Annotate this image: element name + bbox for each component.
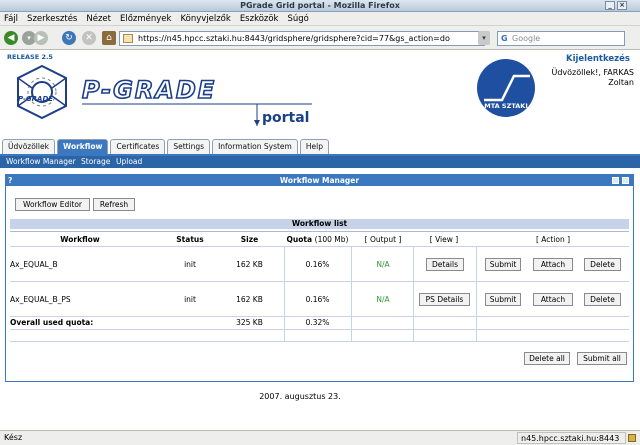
close-window-button[interactable]: × xyxy=(617,1,627,10)
portlet-header: ? Workflow Manager xyxy=(6,175,633,186)
reload-icon[interactable]: ↻ xyxy=(62,31,76,45)
row1-quota: 0.16% xyxy=(305,260,330,269)
forward-arrow-icon[interactable]: ▶ xyxy=(34,31,48,45)
menu-bar: Fájl Szerkesztés Nézet Előzmények Könyvj… xyxy=(0,12,640,26)
logo-small-text: P-GRADE xyxy=(18,95,53,103)
col-quota: Quota (100 Mb) xyxy=(286,235,349,244)
row1-attach-button[interactable]: Attach xyxy=(533,258,573,271)
status-host: n45.hpcc.sztaki.hu:8443 xyxy=(517,432,626,444)
logo-portal-text: portal xyxy=(262,110,309,126)
main-tabs: Üdvözöllek Workflow Certificates Setting… xyxy=(2,139,331,155)
col-divider xyxy=(413,246,414,341)
menu-history[interactable]: Előzmények xyxy=(120,14,171,24)
tab-certificates[interactable]: Certificates xyxy=(110,139,166,154)
subnav-upload[interactable]: Upload xyxy=(116,157,142,167)
row2-ps-details-button[interactable]: PS Details xyxy=(419,293,470,306)
home-icon[interactable]: ⌂ xyxy=(102,31,116,45)
footer-date: 2007. augusztus 23. xyxy=(259,392,341,401)
tab-settings[interactable]: Settings xyxy=(167,139,211,154)
row1-details-button[interactable]: Details xyxy=(426,258,464,271)
row2-size: 162 KB xyxy=(236,295,263,304)
row1-submit-button[interactable]: Submit xyxy=(485,258,521,271)
menu-edit[interactable]: Szerkesztés xyxy=(27,14,77,24)
delete-all-button[interactable]: Delete all xyxy=(524,352,570,365)
row-divider xyxy=(10,246,629,247)
navigation-toolbar: ◀ ▾ ▶ ↻ ✕ ⌂ https://n45.hpcc.sztaki.hu:8… xyxy=(0,26,640,50)
menu-help[interactable]: Súgó xyxy=(287,14,308,24)
row1-status: init xyxy=(184,260,196,269)
url-input[interactable]: https://n45.hpcc.sztaki.hu:8443/gridsphe… xyxy=(119,31,485,46)
refresh-button[interactable]: Refresh xyxy=(93,198,135,211)
url-dropdown-icon[interactable]: ▾ xyxy=(478,31,490,45)
menu-view[interactable]: Nézet xyxy=(86,14,111,24)
help-icon[interactable]: ? xyxy=(8,175,12,186)
maximize-portlet-icon[interactable] xyxy=(622,177,629,184)
status-bar: Kész n45.hpcc.sztaki.hu:8443 xyxy=(0,430,640,445)
row-divider xyxy=(10,316,629,317)
row2-delete-button[interactable]: Delete xyxy=(584,293,621,306)
workflow-list-title: Workflow list xyxy=(10,219,629,229)
tab-workflow[interactable]: Workflow xyxy=(56,139,109,155)
subnav-storage[interactable]: Storage xyxy=(81,157,110,167)
row2-status: init xyxy=(184,295,196,304)
overall-size: 325 KB xyxy=(236,318,263,327)
row-divider xyxy=(10,341,629,342)
mta-sztaki-logo: MTA SZTAKI xyxy=(477,59,535,117)
col-divider xyxy=(476,246,477,341)
overall-quota-label: Overall used quota: xyxy=(10,318,94,327)
row2-quota: 0.16% xyxy=(305,295,330,304)
logo-big-text: P-GRADE xyxy=(82,76,216,104)
welcome-text: Üdvözöllek!, FARKAS Zoltan xyxy=(551,68,634,87)
header-divider xyxy=(10,231,629,232)
window-title-bar: PGrade Grid portal - Mozilla Firefox _ × xyxy=(0,0,640,12)
pgrade-portal-logo: P-GRADE P-GRADE portal xyxy=(17,64,312,126)
menu-bookmarks[interactable]: Könyvjelzők xyxy=(180,14,230,24)
col-output: [ Output ] xyxy=(364,235,402,244)
release-label: RELEASE 2.5 xyxy=(7,53,53,61)
row1-output: N/A xyxy=(376,260,390,269)
col-action: [ Action ] xyxy=(535,235,571,244)
search-input[interactable]: G Google xyxy=(497,31,625,46)
minimize-portlet-icon[interactable] xyxy=(612,177,619,184)
tab-welcome[interactable]: Üdvözöllek xyxy=(2,139,55,154)
site-favicon-icon xyxy=(123,34,133,43)
tab-help[interactable]: Help xyxy=(299,139,329,154)
row-divider xyxy=(10,281,629,282)
row1-workflow-name: Ax_EQUAL_B xyxy=(10,260,58,269)
lock-icon[interactable] xyxy=(628,434,636,442)
row2-workflow-name: Ax_EQUAL_B_PS xyxy=(10,295,71,304)
row2-submit-button[interactable]: Submit xyxy=(485,293,521,306)
minimize-button[interactable]: _ xyxy=(605,1,615,10)
mta-sztaki-text: MTA SZTAKI xyxy=(484,102,528,110)
col-status: Status xyxy=(176,235,204,244)
google-search-icon: G xyxy=(501,34,508,43)
tab-information-system[interactable]: Information System xyxy=(212,139,298,154)
row2-attach-button[interactable]: Attach xyxy=(533,293,573,306)
row-divider xyxy=(10,329,629,330)
col-view: [ View ] xyxy=(429,235,459,244)
back-arrow-icon[interactable]: ◀ xyxy=(4,31,18,45)
row1-delete-button[interactable]: Delete xyxy=(584,258,621,271)
col-workflow: Workflow xyxy=(60,235,100,244)
row1-size: 162 KB xyxy=(236,260,263,269)
submit-all-button[interactable]: Submit all xyxy=(577,352,627,365)
row2-output: N/A xyxy=(376,295,390,304)
menu-tools[interactable]: Eszközök xyxy=(240,14,279,24)
pgrade-hexagon-icon xyxy=(17,64,67,120)
col-divider xyxy=(351,246,352,341)
window-title: PGrade Grid portal - Mozilla Firefox xyxy=(240,1,400,10)
menu-file[interactable]: Fájl xyxy=(4,14,18,24)
status-text: Kész xyxy=(4,433,23,442)
subnav-workflow-manager[interactable]: Workflow Manager xyxy=(6,157,76,167)
overall-quota: 0.32% xyxy=(305,318,330,327)
stop-icon[interactable]: ✕ xyxy=(82,31,96,45)
sub-navigation: Workflow Manager Storage Upload xyxy=(0,156,640,168)
portlet-title: Workflow Manager xyxy=(279,176,360,185)
logout-link[interactable]: Kijelentkezés xyxy=(566,54,630,64)
col-size: Size xyxy=(240,235,259,244)
workflow-editor-button[interactable]: Workflow Editor xyxy=(15,198,90,211)
